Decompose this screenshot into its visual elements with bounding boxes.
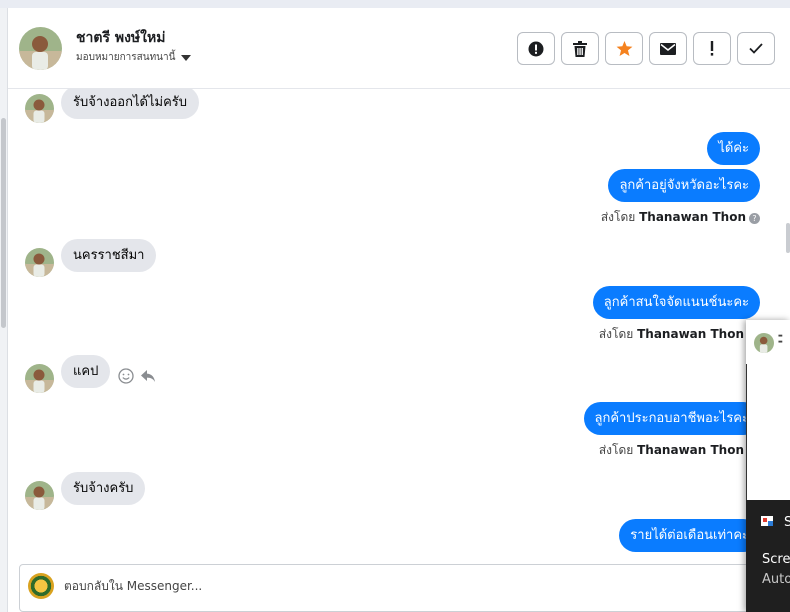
- outgoing-message: ได้ค่ะ: [707, 132, 760, 165]
- conversation-header: ชาตรี พงษ์ใหม่ มอบหมายการสนทนานี้: [8, 8, 790, 89]
- outgoing-message: ลูกค้าสนใจจัดแนนช์นะคะ: [592, 286, 760, 319]
- thumbnail-text-lines: ▬ ▬: [778, 333, 783, 345]
- mark-spam-button[interactable]: [517, 32, 555, 65]
- notification-title: Screen: [762, 552, 790, 567]
- chevron-down-icon: [181, 54, 192, 61]
- thread-scrollbar-thumb[interactable]: [786, 223, 790, 253]
- left-scrollbar-thumb[interactable]: [1, 118, 6, 328]
- reply-input[interactable]: [64, 575, 664, 597]
- assign-conversation-dropdown[interactable]: มอบหมายการสนทนานี้: [76, 50, 192, 65]
- notification-app-name: S: [784, 515, 790, 530]
- contact-avatar[interactable]: [19, 27, 62, 70]
- header-actions: [517, 32, 775, 65]
- sent-by-prefix: ส่งโดย: [600, 210, 636, 224]
- star-button[interactable]: [605, 32, 643, 65]
- left-scrollbar[interactable]: [0, 8, 8, 612]
- assign-conversation-label: มอบหมายการสนทนานี้: [76, 52, 176, 63]
- thumbnail-avatar: [754, 333, 774, 353]
- envelope-icon: [660, 42, 676, 55]
- exclamation-icon: [710, 41, 714, 56]
- sent-by-agent[interactable]: Thanawan Thon: [637, 327, 744, 341]
- question-circle-icon[interactable]: ?: [749, 213, 760, 224]
- sent-by-prefix: ส่งโดย: [598, 443, 634, 457]
- outgoing-message: ลูกค้าอยู่จังหวัดอะไรคะ: [608, 169, 760, 202]
- incoming-message: รับจ้างครับ: [61, 472, 146, 505]
- outgoing-message: ลูกค้าประกอบอาชีพอะไรคะ: [583, 402, 760, 435]
- incoming-message: รับจ้างออกได้ไม่ครับ: [61, 89, 200, 119]
- snipping-tool-icon: [761, 516, 773, 526]
- exclamation-circle-icon: [528, 41, 544, 56]
- incoming-message: แคป: [61, 355, 111, 388]
- contact-name[interactable]: ชาตรี พงษ์ใหม่: [76, 27, 165, 49]
- contact-avatar-small[interactable]: [25, 481, 54, 510]
- sent-by-label: ส่งโดย Thanawan Thon: [599, 441, 744, 460]
- star-icon: [616, 40, 632, 56]
- outgoing-message: รายได้ต่อเดือนเท่าคะ: [619, 519, 760, 552]
- incoming-message: นครราชสีมา: [61, 239, 157, 272]
- sent-by-agent[interactable]: Thanawan Thon: [637, 443, 744, 457]
- contact-avatar-small[interactable]: [25, 248, 54, 277]
- delete-button[interactable]: [561, 32, 599, 65]
- sent-by-label: ส่งโดย Thanawan Thon: [599, 325, 744, 344]
- sent-by-prefix: ส่งโดย: [598, 327, 634, 341]
- checkmark-icon: [749, 43, 763, 54]
- sent-by-agent[interactable]: Thanawan Thon: [639, 210, 746, 224]
- reply-arrow-icon[interactable]: [140, 368, 156, 384]
- trash-icon: [573, 40, 587, 57]
- reply-composer: [19, 564, 759, 612]
- contact-avatar-small[interactable]: [25, 364, 54, 393]
- notification-subtitle: Auto: [762, 572, 790, 587]
- popup-divider: [746, 364, 747, 504]
- page-logo-icon: [28, 573, 54, 599]
- mark-unread-button[interactable]: [649, 32, 687, 65]
- mark-important-button[interactable]: [693, 32, 731, 65]
- smiley-icon[interactable]: [118, 368, 134, 384]
- window-top-strip: [0, 0, 790, 8]
- contact-avatar-small[interactable]: [25, 94, 54, 123]
- message-thread[interactable]: รับจ้างออกได้ไม่ครับ ได้ค่ะ ลูกค้าอยู่จั…: [8, 89, 790, 563]
- mark-done-button[interactable]: [737, 32, 775, 65]
- sent-by-label: ส่งโดย Thanawan Thon?: [601, 208, 760, 227]
- screenshot-notification-popup[interactable]: ▬▬ S Screen Auto: [746, 320, 790, 612]
- message-actions: [118, 368, 156, 384]
